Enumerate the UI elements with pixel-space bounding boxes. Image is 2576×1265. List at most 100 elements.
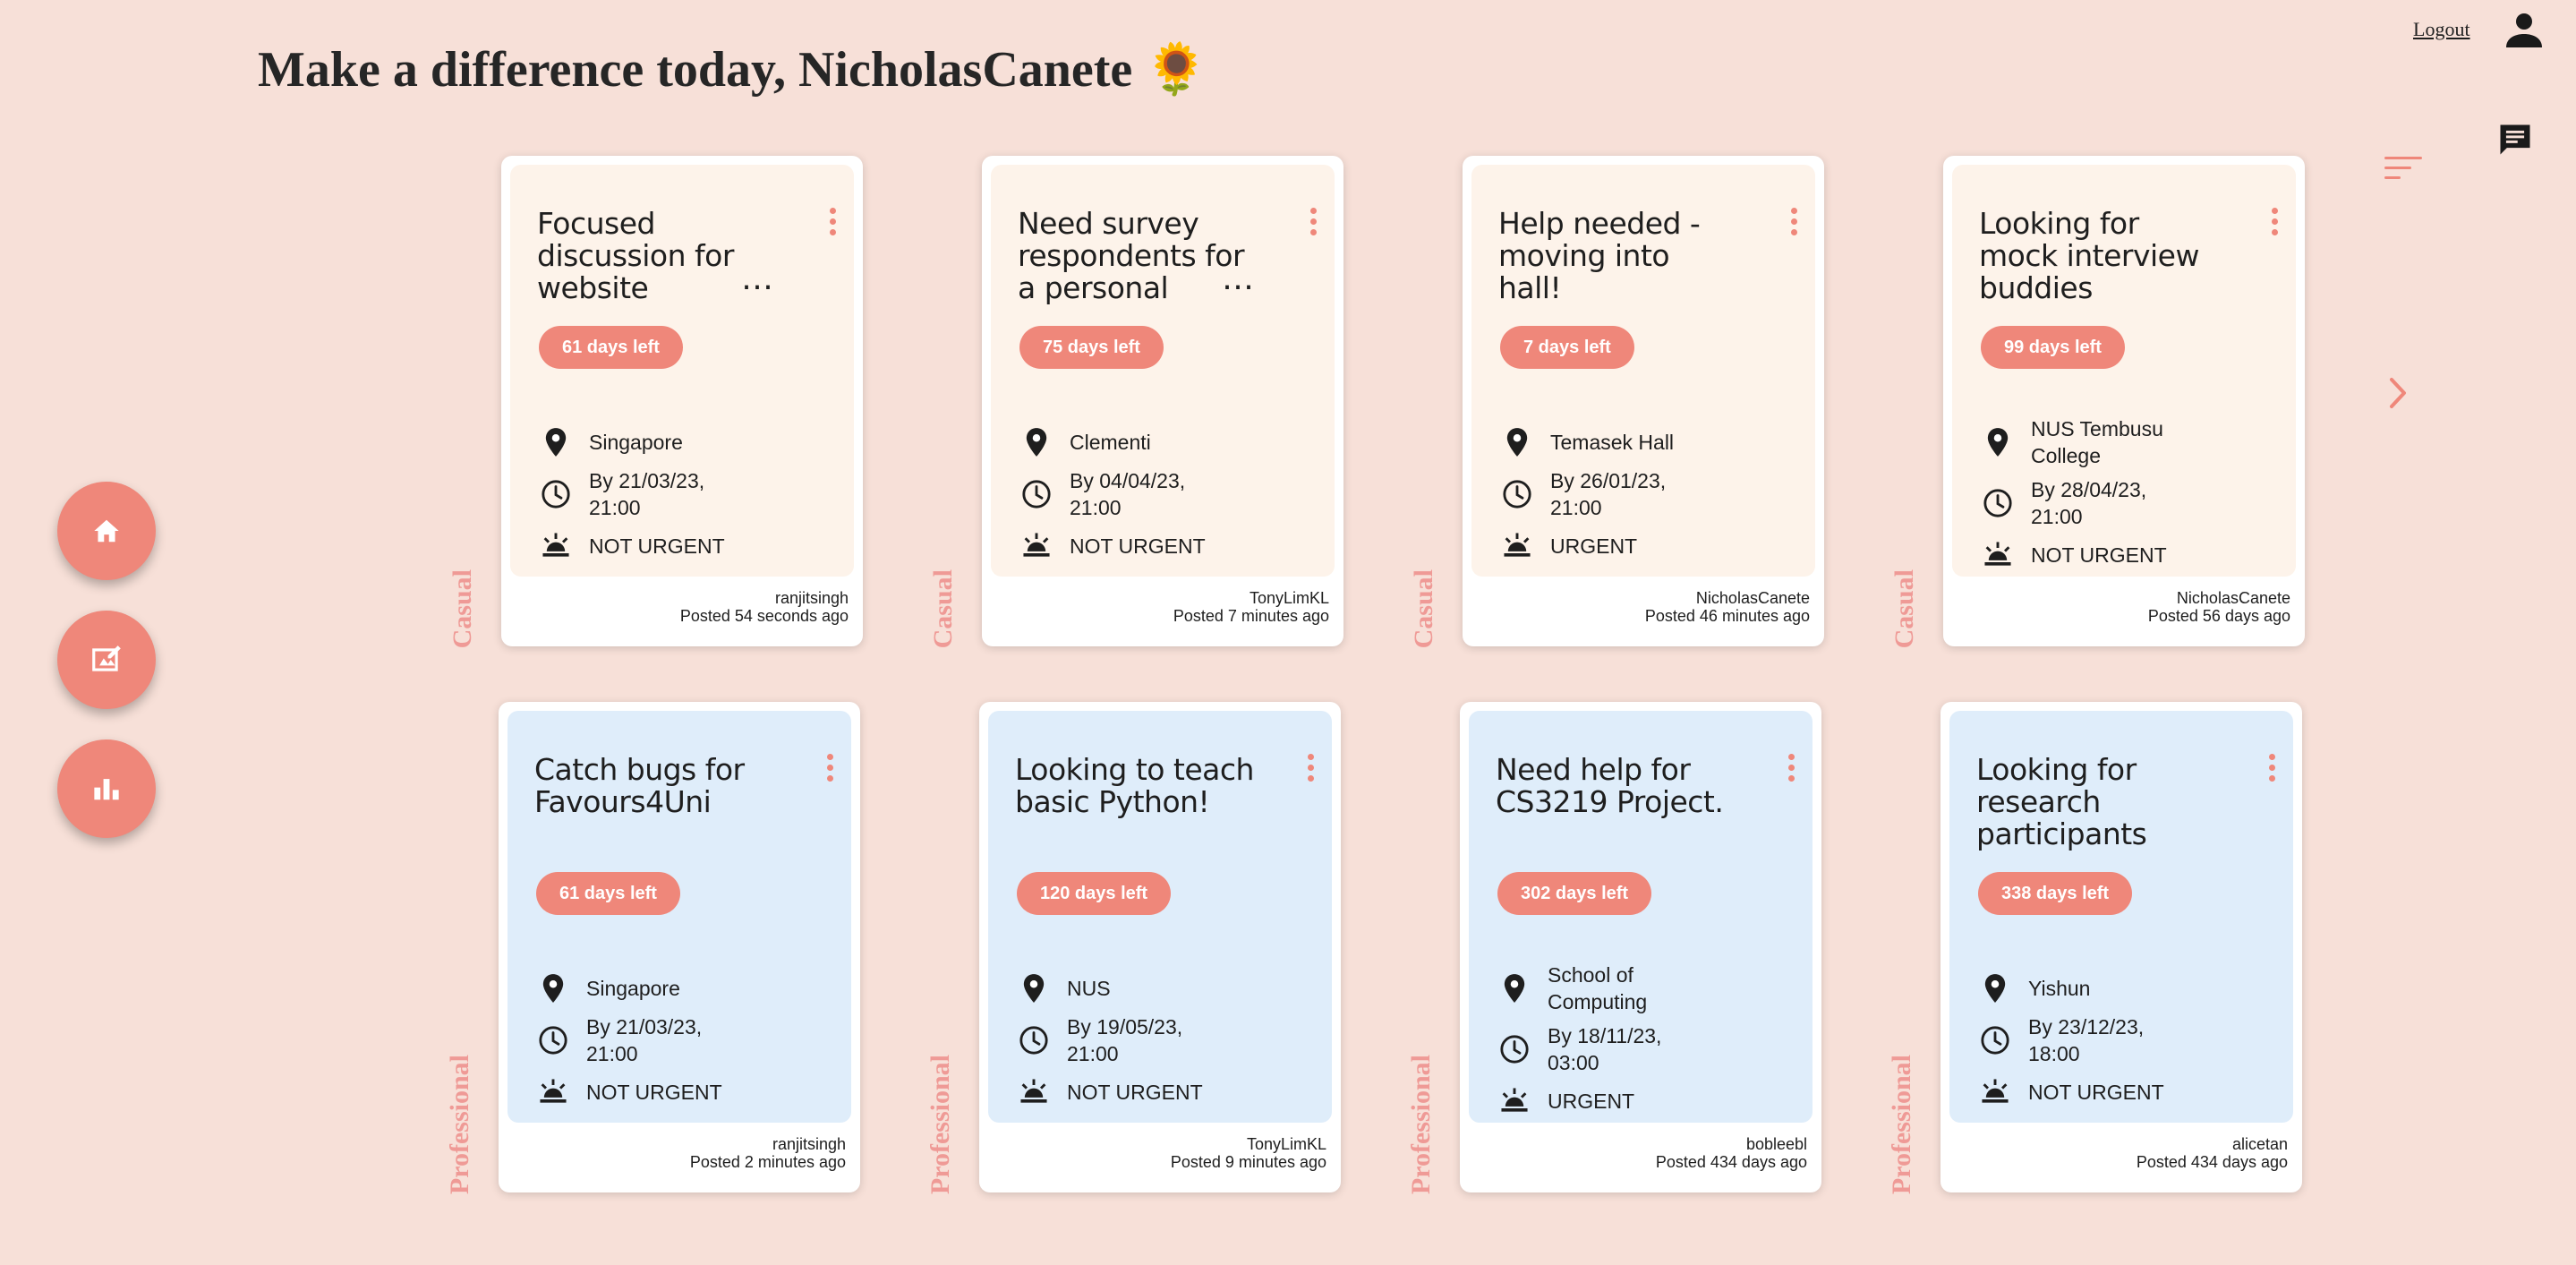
deadline-row: By 23/12/23, 18:00 (1978, 1015, 2198, 1065)
deadline-text: By 26/01/23, 21:00 (1550, 469, 1667, 519)
location-pin-icon (1981, 425, 2015, 459)
author-name[interactable]: bobleebl (1656, 1135, 1807, 1153)
location-pin-icon (1497, 971, 1531, 1005)
urgency-text: NOT URGENT (589, 534, 725, 558)
urgency-text: NOT URGENT (2031, 543, 2167, 567)
favour-card: Professional Need help for CS3219 Projec… (1406, 702, 1832, 1194)
card-body[interactable]: Need survey respondents for a personal p… (982, 156, 1343, 646)
author-name[interactable]: NicholasCanete (1645, 589, 1810, 607)
more-options-button[interactable] (819, 750, 840, 786)
location-text: NUS Tembusu College (2031, 417, 2163, 467)
category-label: Professional (925, 1054, 955, 1194)
card-content: Looking to teach basic Python! … 120 day… (988, 711, 1332, 1123)
card-body[interactable]: Need help for CS3219 Project. … 302 days… (1460, 702, 1821, 1192)
card-body[interactable]: Looking for research participants … 338 … (1941, 702, 2302, 1192)
category-label: Professional (1406, 1054, 1436, 1194)
deadline-row: By 04/04/23, 21:00 (1019, 469, 1240, 519)
person-icon (2506, 13, 2542, 47)
author-name[interactable]: alicetan (2137, 1135, 2288, 1153)
author-name[interactable]: ranjitsingh (690, 1135, 846, 1153)
card-title: Looking to teach basic Python! (1015, 754, 1254, 819)
location-pin-icon (1017, 971, 1051, 1005)
deadline-row: By 28/04/23, 21:00 (1981, 478, 2201, 528)
more-options-button[interactable] (2261, 750, 2282, 786)
location-text: NUS (1067, 977, 1111, 1000)
deadline-row: By 18/11/23, 03:00 (1497, 1024, 1718, 1074)
favour-card: Professional Looking for research partic… (1887, 702, 2313, 1194)
urgency-text: NOT URGENT (2028, 1081, 2164, 1104)
days-left-badge: 61 days left (536, 872, 680, 915)
card-title: Help needed - moving into hall! (1498, 208, 1701, 305)
location-row: Yishun (1978, 970, 2198, 1006)
author-name[interactable]: NicholasCanete (2148, 589, 2290, 607)
location-pin-icon (1978, 971, 2012, 1005)
card-body[interactable]: Looking to teach basic Python! … 120 day… (979, 702, 1341, 1192)
category-label: Professional (445, 1054, 474, 1194)
card-content: Need help for CS3219 Project. … 302 days… (1469, 711, 1813, 1123)
deadline-text: By 21/03/23, 21:00 (589, 469, 705, 519)
logout-link[interactable]: Logout (2413, 18, 2470, 41)
clock-icon (1500, 477, 1534, 511)
chat-button[interactable] (2495, 120, 2535, 159)
home-button[interactable] (57, 482, 156, 580)
more-options-button[interactable] (1783, 204, 1804, 240)
profile-button[interactable] (2503, 7, 2546, 52)
deadline-text: By 19/05/23, 21:00 (1067, 1015, 1183, 1065)
card-title: Catch bugs for Favours4Uni (534, 754, 745, 819)
card-body[interactable]: Looking for mock interview buddies … 99 … (1943, 156, 2305, 646)
filter-button[interactable] (2384, 154, 2422, 183)
more-vert-icon (1307, 754, 1314, 760)
location-text: Singapore (589, 431, 683, 454)
leaderboard-button[interactable] (57, 739, 156, 838)
author-name[interactable]: TonyLimKL (1173, 589, 1329, 607)
deadline-text: By 23/12/23, 18:00 (2028, 1015, 2145, 1065)
urgency-row: NOT URGENT (536, 1074, 756, 1110)
card-body[interactable]: Help needed - moving into hall! … 7 days… (1463, 156, 1824, 646)
urgency-row: NOT URGENT (539, 528, 759, 564)
location-row: Singapore (539, 424, 759, 460)
days-left-badge: 302 days left (1497, 872, 1652, 915)
deadline-text: By 21/03/23, 21:00 (586, 1015, 703, 1065)
card-content: Looking for mock interview buddies … 99 … (1952, 165, 2296, 577)
favour-card: Professional Catch bugs for Favours4Uni … (445, 702, 871, 1194)
card-content: Help needed - moving into hall! … 7 days… (1471, 165, 1815, 577)
create-post-button[interactable] (57, 611, 156, 709)
category-label: Casual (928, 568, 958, 648)
card-body[interactable]: Catch bugs for Favours4Uni … 61 days lef… (499, 702, 860, 1192)
title-truncation-ellipsis: … (741, 261, 773, 297)
location-row: NUS Tembusu College (1981, 415, 2201, 469)
more-options-button[interactable] (2264, 204, 2285, 240)
location-pin-icon (1019, 425, 1053, 459)
more-options-button[interactable] (1780, 750, 1802, 786)
more-vert-icon (2268, 754, 2275, 760)
location-pin-icon (539, 425, 573, 459)
deadline-row: By 21/03/23, 21:00 (539, 469, 759, 519)
next-page-button[interactable] (2384, 374, 2411, 412)
card-footer: TonyLimKL Posted 9 minutes ago (1171, 1135, 1326, 1171)
more-vert-icon (829, 208, 836, 214)
location-row: Clementi (1019, 424, 1240, 460)
more-options-button[interactable] (822, 204, 843, 240)
card-body[interactable]: Focused discussion for website feedback … (501, 156, 863, 646)
days-left-badge: 75 days left (1019, 326, 1164, 369)
location-text: School of Computing (1548, 963, 1648, 1013)
deadline-text: By 04/04/23, 21:00 (1070, 469, 1186, 519)
more-options-button[interactable] (1302, 204, 1324, 240)
more-vert-icon (1309, 208, 1317, 214)
more-options-button[interactable] (1300, 750, 1321, 786)
days-left-badge: 120 days left (1017, 872, 1172, 915)
author-name[interactable]: ranjitsingh (680, 589, 849, 607)
location-row: NUS (1017, 970, 1237, 1006)
urgency-text: NOT URGENT (1070, 534, 1206, 558)
clock-icon (536, 1023, 570, 1057)
urgency-text: URGENT (1550, 534, 1638, 558)
location-row: School of Computing (1497, 962, 1718, 1015)
clock-icon (539, 477, 573, 511)
author-name[interactable]: TonyLimKL (1171, 1135, 1326, 1153)
urgency-row: NOT URGENT (1981, 537, 2201, 573)
posted-time: Posted 434 days ago (1655, 1153, 1807, 1171)
page-title: Make a difference today, NicholasCanete … (258, 39, 1207, 98)
card-content: Focused discussion for website feedback … (510, 165, 854, 577)
favour-card: Casual Focused discussion for website fe… (448, 156, 874, 648)
more-vert-icon (1787, 754, 1795, 760)
